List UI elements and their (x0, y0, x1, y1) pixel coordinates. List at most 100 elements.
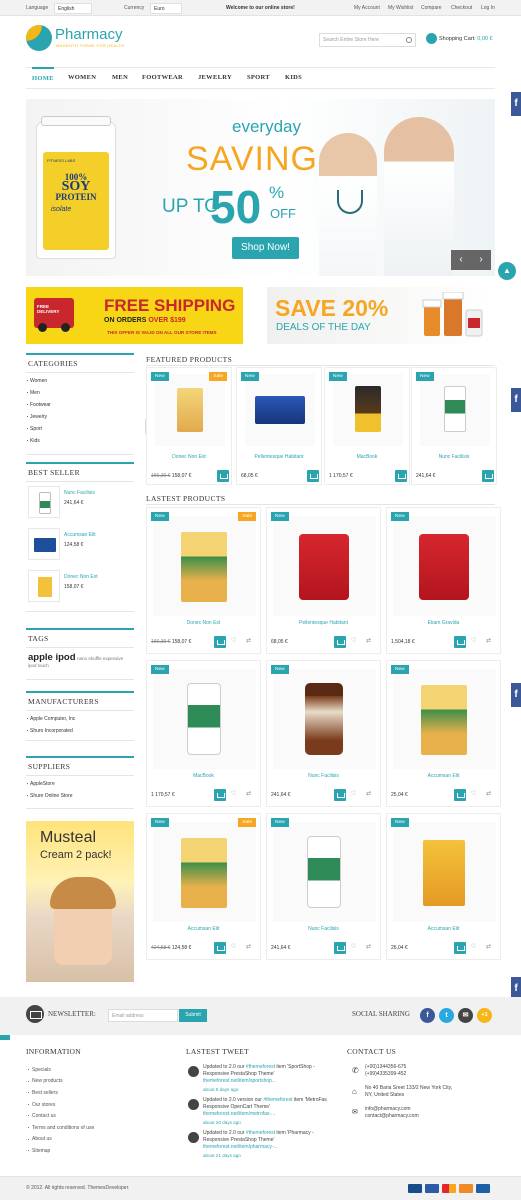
checkout-link[interactable]: Checkout (451, 5, 472, 11)
shop-now-button[interactable]: Shop Now! (232, 237, 299, 259)
product-name[interactable]: Etiam Gravida (387, 620, 500, 626)
nav-home[interactable]: HOME (32, 67, 54, 82)
product-image[interactable] (155, 374, 225, 446)
product-image[interactable] (153, 822, 256, 922)
product-name[interactable]: Donec Non Est (147, 454, 231, 460)
nav-women[interactable]: WOMEN (68, 74, 96, 81)
footer-link-sitemap[interactable]: Sitemap (28, 1145, 138, 1157)
scroll-up-icon[interactable]: ▲ (498, 262, 516, 280)
featured-product-card[interactable]: New MacBook 1 170,57 € (324, 367, 410, 485)
nav-kids[interactable]: KIDS (285, 74, 302, 81)
product-image[interactable] (393, 669, 496, 769)
product-name[interactable]: Pellentesque Habitant (237, 454, 321, 460)
latest-product-card[interactable]: New Sale Donec Non Est 166,39 € 158,07 €… (146, 507, 261, 654)
facebook-tab-icon[interactable]: f (511, 388, 521, 412)
wishlist-icon[interactable]: ♡ (351, 638, 358, 645)
product-image[interactable] (393, 516, 496, 616)
product-name[interactable]: Pellentesque Habitant (267, 620, 380, 626)
product-name[interactable]: Nunc Facilisis (412, 454, 496, 460)
add-to-cart-icon[interactable] (214, 789, 226, 801)
bestseller-name[interactable]: Nunc Facilisis (64, 490, 95, 496)
add-to-cart-icon[interactable] (334, 789, 346, 801)
category-women[interactable]: Women (26, 375, 134, 387)
latest-product-card[interactable]: New Nunc Facilisis 241,64 € ♡ ⇄ (266, 660, 381, 807)
product-name[interactable]: MacBook (147, 773, 260, 779)
nav-jewelry[interactable]: JEWELRY (198, 74, 232, 81)
bestseller-item[interactable]: Accumsan Elit 124,58 € (28, 528, 132, 560)
footer-link-about-us[interactable]: About us (28, 1134, 138, 1146)
wishlist-icon[interactable]: ♡ (231, 791, 238, 798)
compare-icon[interactable]: ⇄ (366, 944, 373, 951)
footer-link-our-stores[interactable]: Our stores (28, 1099, 138, 1111)
compare-link[interactable]: Compare (421, 5, 442, 11)
product-image[interactable] (153, 669, 256, 769)
facebook-icon[interactable]: f (420, 1008, 435, 1023)
wishlist-icon[interactable]: ♡ (471, 638, 478, 645)
footer-link-specials[interactable]: Specials (28, 1064, 138, 1076)
add-to-cart-icon[interactable] (307, 470, 319, 482)
banner-next-arrow-icon[interactable]: › (471, 250, 491, 270)
compare-icon[interactable]: ⇄ (246, 791, 253, 798)
compare-icon[interactable]: ⇄ (486, 944, 493, 951)
supplier-item[interactable]: Shure Online Store (26, 790, 134, 802)
nav-men[interactable]: MEN (112, 74, 128, 81)
email-share-icon[interactable]: ✉ (458, 1008, 473, 1023)
bestseller-name[interactable]: Accumsan Elit (64, 532, 96, 538)
footer-link-best-sellers[interactable]: Best sellers (28, 1087, 138, 1099)
product-image[interactable] (245, 374, 315, 446)
product-name[interactable]: Donec Non Est (147, 620, 260, 626)
compare-icon[interactable]: ⇄ (246, 944, 253, 951)
product-name[interactable]: MacBook (325, 454, 409, 460)
banner-prev-arrow-icon[interactable]: ‹ (451, 250, 471, 270)
add-to-cart-icon[interactable] (214, 942, 226, 954)
footer-link-terms[interactable]: Terms and conditions of use (28, 1122, 138, 1134)
wishlist-icon[interactable]: ♡ (471, 944, 478, 951)
nav-sport[interactable]: SPORT (247, 74, 270, 81)
facebook-tab-icon[interactable]: f (511, 683, 521, 707)
bestseller-item[interactable]: Donec Non Est 158,07 € (28, 570, 132, 602)
add-to-cart-icon[interactable] (454, 636, 466, 648)
my-account-link[interactable]: My Account (354, 5, 380, 11)
product-image[interactable] (153, 516, 256, 616)
category-footwear[interactable]: Footwear (26, 399, 134, 411)
latest-product-card[interactable]: New Accumsan Elit 25,04 € ♡ ⇄ (386, 660, 501, 807)
category-kids[interactable]: Kids (26, 435, 134, 447)
add-to-cart-icon[interactable] (217, 470, 229, 482)
add-to-cart-icon[interactable] (482, 470, 494, 482)
product-image[interactable] (420, 374, 490, 446)
wishlist-icon[interactable]: ♡ (471, 791, 478, 798)
newsletter-email-input[interactable]: Email address (108, 1009, 178, 1022)
latest-product-card[interactable]: New Pellentesque Habitant 68,05 € ♡ ⇄ (266, 507, 381, 654)
add-to-cart-icon[interactable] (334, 636, 346, 648)
latest-product-card[interactable]: New Sale Accumsan Elit 424,58 € 124,58 €… (146, 813, 261, 960)
compare-icon[interactable]: ⇄ (366, 791, 373, 798)
add-to-cart-icon[interactable] (334, 942, 346, 954)
bestseller-item[interactable]: Nunc Facilisis 241,64 € (28, 486, 132, 518)
compare-icon[interactable]: ⇄ (366, 638, 373, 645)
product-image[interactable] (333, 374, 403, 446)
wishlist-icon[interactable]: ♡ (231, 638, 238, 645)
musteal-ad-banner[interactable]: Musteal Cream 2 pack! (26, 821, 134, 982)
currency-select[interactable]: Euro (150, 3, 182, 14)
latest-product-card[interactable]: New Nunc Facilisis 241,64 € ♡ ⇄ (266, 813, 381, 960)
tag-nano-shuffle[interactable]: nano shuffle expensive (77, 656, 123, 661)
search-icon[interactable] (406, 37, 412, 43)
wishlist-icon[interactable]: ♡ (351, 944, 358, 951)
manufacturer-item[interactable]: Apple Computer, Inc (26, 713, 134, 725)
twitter-icon[interactable]: t (439, 1008, 454, 1023)
facebook-tab-icon[interactable]: f (511, 92, 521, 116)
logo-icon[interactable] (26, 25, 52, 51)
bestseller-name[interactable]: Donec Non Est (64, 574, 98, 580)
bestseller-thumb[interactable] (28, 528, 60, 560)
tweet-time[interactable]: about 20 days ago (203, 1120, 241, 1125)
tag-apple-ipod[interactable]: apple ipod (28, 652, 76, 663)
google-plus-one-icon[interactable]: +1 (477, 1008, 492, 1023)
add-to-cart-icon[interactable] (395, 470, 407, 482)
manufacturer-item[interactable]: Shuro Incorporated (26, 725, 134, 737)
nav-footwear[interactable]: FOOTWEAR (142, 74, 183, 81)
latest-product-card[interactable]: New Accumsan Elit 26,04 € ♡ ⇄ (386, 813, 501, 960)
compare-icon[interactable]: ⇄ (486, 791, 493, 798)
supplier-item[interactable]: AppleStore (26, 778, 134, 790)
tweet-time[interactable]: about 5 days ago (203, 1087, 238, 1092)
compare-icon[interactable]: ⇄ (486, 638, 493, 645)
